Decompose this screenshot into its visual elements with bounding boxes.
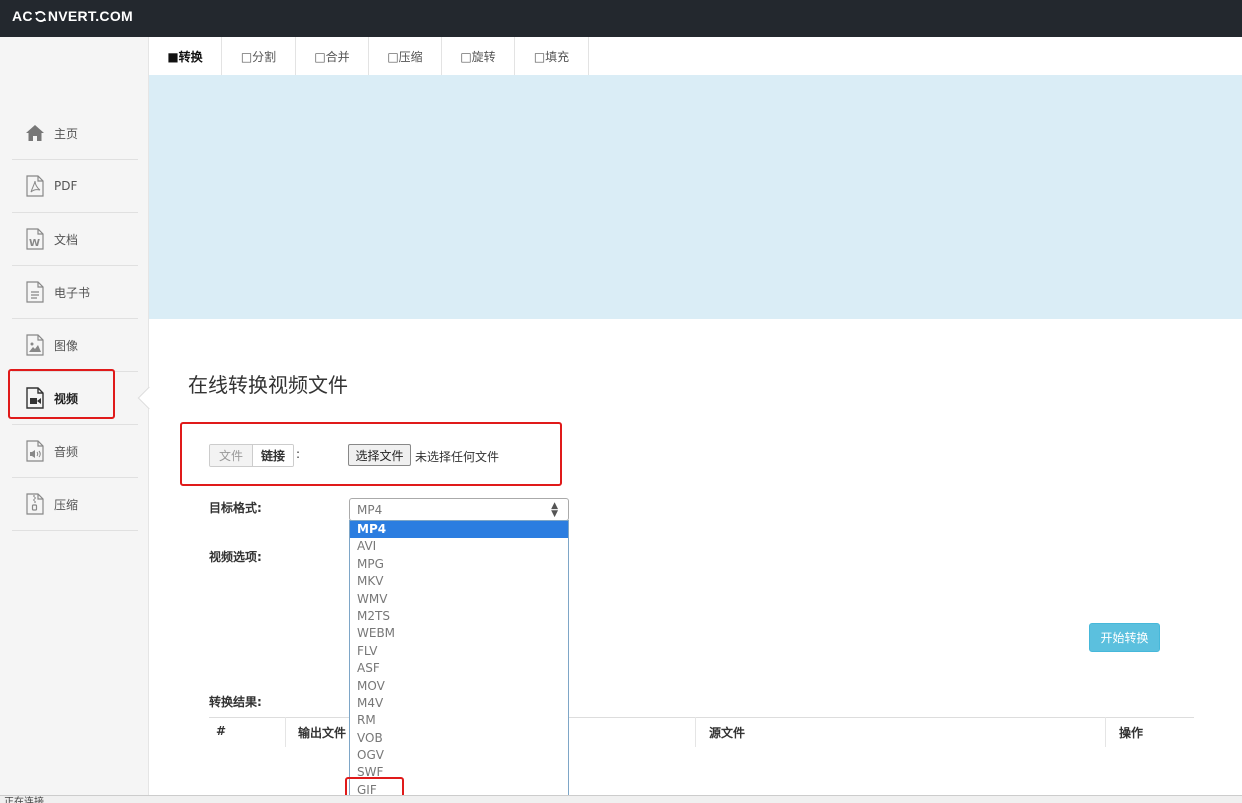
source-colon: : xyxy=(296,447,301,461)
results-col-output: 输出文件 xyxy=(298,726,347,740)
format-option-m4v[interactable]: M4V xyxy=(350,695,568,712)
source-type-toggle: 文件 链接 xyxy=(209,444,294,467)
format-option-rm[interactable]: RM xyxy=(350,712,568,729)
tool-tabs: ■转换 □分割 □合并 □压缩 □旋转 □填充 xyxy=(149,37,589,75)
status-text: 正在连接... xyxy=(4,797,54,803)
format-option-vob[interactable]: VOB xyxy=(350,730,568,747)
format-dropdown-list: MP4 AVI MPG MKV WMV M2TS WEBM FLV ASF MO… xyxy=(349,520,569,801)
ebook-file-icon xyxy=(24,281,46,303)
ad-banner xyxy=(149,75,1242,319)
svg-text:W: W xyxy=(29,238,40,249)
pdf-file-icon xyxy=(24,175,46,197)
sidebar-item-archive[interactable]: 压缩 xyxy=(12,478,138,531)
sidebar-item-video[interactable]: 视频 xyxy=(12,372,138,425)
logo-suffix: NVERT.COM xyxy=(47,8,133,24)
format-option-m2ts[interactable]: M2TS xyxy=(350,608,568,625)
format-option-swf[interactable]: SWF xyxy=(350,764,568,781)
format-option-webm[interactable]: WEBM xyxy=(350,625,568,642)
format-option-mpg[interactable]: MPG xyxy=(350,556,568,573)
format-option-wmv[interactable]: WMV xyxy=(350,591,568,608)
format-option-mkv[interactable]: MKV xyxy=(350,573,568,590)
sidebar-item-label: 压缩 xyxy=(54,497,79,512)
format-option-ogv[interactable]: OGV xyxy=(350,747,568,764)
format-option-flv[interactable]: FLV xyxy=(350,643,568,660)
video-file-icon xyxy=(24,387,46,409)
site-logo[interactable]: AC NVERT.COM xyxy=(12,8,133,24)
word-file-icon: W xyxy=(24,228,46,250)
audio-file-icon xyxy=(24,440,46,462)
choose-file-button[interactable]: 选择文件 xyxy=(348,444,411,466)
target-format-label: 目标格式: xyxy=(209,501,262,515)
tab-merge[interactable]: □合并 xyxy=(296,37,369,75)
select-arrows-icon: ▲ ▼ xyxy=(551,501,558,519)
sidebar-item-label: 文档 xyxy=(54,232,79,247)
file-source-tab[interactable]: 文件 xyxy=(210,445,253,466)
home-icon xyxy=(24,122,46,144)
sidebar-item-label: 图像 xyxy=(54,338,79,353)
tab-compress[interactable]: □压缩 xyxy=(369,37,442,75)
format-option-asf[interactable]: ASF xyxy=(350,660,568,677)
top-bar: AC NVERT.COM xyxy=(0,0,1242,37)
tab-split[interactable]: □分割 xyxy=(222,37,296,75)
results-label: 转换结果: xyxy=(209,695,262,709)
video-options-label: 视频选项: xyxy=(209,550,262,564)
sidebar-item-label: 电子书 xyxy=(54,285,91,300)
column-divider xyxy=(695,717,696,747)
tab-rotate[interactable]: □旋转 xyxy=(442,37,515,75)
results-col-actions: 操作 xyxy=(1119,726,1144,740)
archive-file-icon xyxy=(24,493,46,515)
select-value: MP4 xyxy=(357,502,383,517)
sidebar-item-label: 主页 xyxy=(54,126,79,141)
sidebar-item-image[interactable]: 图像 xyxy=(12,319,138,372)
sidebar-item-ebook[interactable]: 电子书 xyxy=(12,266,138,319)
file-status-text: 未选择任何文件 xyxy=(415,450,500,464)
column-divider xyxy=(1105,717,1106,747)
status-bar: 正在连接... xyxy=(0,795,1242,803)
format-option-mov[interactable]: MOV xyxy=(350,678,568,695)
sidebar-item-label: PDF xyxy=(54,179,78,193)
format-option-mp4[interactable]: MP4 xyxy=(350,521,568,539)
image-file-icon xyxy=(24,334,46,356)
link-source-tab[interactable]: 链接 xyxy=(253,445,293,466)
sidebar-item-audio[interactable]: 音频 xyxy=(12,425,138,478)
sidebar-item-label: 音频 xyxy=(54,444,79,459)
tab-convert[interactable]: ■转换 xyxy=(149,37,222,75)
page-title: 在线转换视频文件 xyxy=(188,373,348,397)
tab-fill[interactable]: □填充 xyxy=(515,37,589,75)
results-col-index: # xyxy=(216,724,227,738)
start-convert-button[interactable]: 开始转换 xyxy=(1089,623,1160,652)
sidebar-item-home[interactable]: 主页 xyxy=(12,107,138,160)
sidebar-item-label: 视频 xyxy=(54,391,79,406)
column-divider xyxy=(285,717,286,747)
results-col-source: 源文件 xyxy=(709,726,746,740)
sidebar-item-document[interactable]: W 文档 xyxy=(12,213,138,266)
format-option-avi[interactable]: AVI xyxy=(350,538,568,555)
target-format-select[interactable]: MP4 ▲ ▼ xyxy=(349,498,569,521)
logo-prefix: AC xyxy=(12,8,33,24)
convert-cycle-icon xyxy=(34,10,46,22)
sidebar-item-pdf[interactable]: PDF xyxy=(12,160,138,213)
